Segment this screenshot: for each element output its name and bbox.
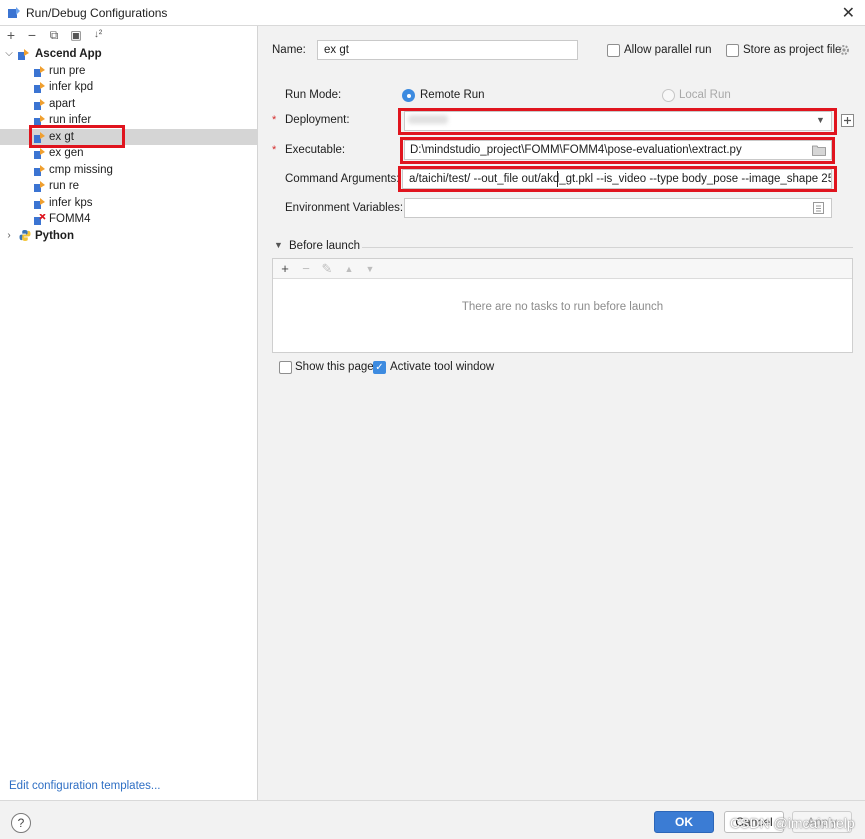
tree-item-label: run infer	[49, 114, 92, 126]
executable-input[interactable]: D:\mindstudio_project\FOMM\FOMM4\pose-ev…	[404, 140, 832, 160]
no-tasks-message: There are no tasks to run before launch	[461, 301, 664, 313]
activate-tool-window-label: Activate tool window	[390, 361, 495, 373]
chevron-down-icon[interactable]: ⌵	[4, 46, 14, 62]
tree-item-label: cmp missing	[49, 163, 113, 176]
ascend-error-icon	[34, 214, 46, 225]
tree-item-label: run pre	[49, 64, 86, 77]
before-launch-title: Before launch	[289, 240, 360, 252]
name-label: Name:	[272, 44, 306, 56]
close-icon[interactable]: ✕	[842, 3, 855, 23]
ascend-run-icon	[34, 115, 45, 126]
dropdown-arrow-icon[interactable]: ▼	[816, 115, 825, 125]
add-icon[interactable]: +	[2, 26, 20, 44]
help-button[interactable]: ?	[11, 813, 31, 833]
allow-parallel-label: Allow parallel run	[624, 44, 712, 56]
add-deployment-icon[interactable]	[841, 114, 854, 127]
folder-browse-icon[interactable]	[812, 145, 826, 156]
command-arguments-input[interactable]: a/taichi/test/ --out_file out/akd_gt.pkl…	[402, 169, 832, 189]
ascend-run-icon	[34, 65, 45, 77]
collapse-arrow-icon[interactable]: ▼	[274, 240, 283, 250]
environment-variables-label: Environment Variables:	[285, 202, 404, 214]
deployment-select[interactable]	[404, 111, 832, 131]
ascend-run-icon	[34, 98, 45, 110]
tree-item-label: ex gen	[49, 147, 84, 159]
tree-item-run-infer[interactable]: run infer	[0, 112, 258, 129]
move-to-folder-icon[interactable]: ▣	[67, 26, 85, 44]
tree-item-infer-kpd[interactable]: infer kpd	[0, 79, 258, 96]
gear-icon[interactable]	[838, 44, 850, 56]
store-as-project-checkbox[interactable]	[726, 44, 739, 57]
tree-item-cmp-missing[interactable]: cmp missing	[0, 162, 258, 179]
ascend-run-icon	[34, 164, 45, 176]
window-title: Run/Debug Configurations	[26, 6, 168, 20]
ascend-run-icon	[34, 131, 45, 143]
ascend-run-icon	[34, 148, 45, 159]
executable-label: Executable:	[285, 144, 346, 156]
redacted-deployment-value	[408, 115, 448, 124]
run-mode-label: Run Mode:	[285, 89, 342, 101]
dialog-button-bar: ? OK Cancel Apply	[0, 800, 865, 839]
ok-button[interactable]: OK	[654, 811, 714, 833]
remove-task-icon[interactable]: −	[297, 260, 315, 278]
edit-configuration-templates-link[interactable]: Edit configuration templates...	[9, 780, 161, 792]
tree-item-label: apart	[49, 97, 76, 110]
add-task-icon[interactable]: +	[276, 260, 294, 278]
apply-button[interactable]: Apply	[792, 811, 852, 833]
tree-group-python[interactable]: › Python	[0, 228, 258, 245]
ascend-app-icon	[18, 49, 29, 60]
text-cursor	[557, 171, 558, 187]
name-input[interactable]: ex gt	[317, 40, 578, 60]
chevron-right-icon[interactable]: ›	[4, 228, 14, 244]
required-marker: *	[272, 114, 277, 126]
tree-item-ex-gt[interactable]: ex gt	[0, 128, 258, 145]
move-down-icon[interactable]: ▼	[361, 260, 379, 278]
ascend-run-icon	[34, 82, 45, 93]
activate-tool-window-checkbox[interactable]: ✓	[373, 361, 386, 374]
ascend-run-icon	[34, 197, 45, 209]
sort-icon[interactable]: ↓²	[89, 26, 107, 44]
tree-item-label: run re	[49, 180, 80, 192]
tree-item-label: FOMM4	[49, 213, 91, 225]
tree-item-fomm4[interactable]: FOMM4	[0, 211, 258, 228]
tree-group-label: Ascend App	[35, 48, 102, 60]
tree-group-label: Python	[35, 229, 74, 242]
python-icon	[19, 229, 31, 241]
remove-icon[interactable]: −	[23, 26, 41, 44]
move-up-icon[interactable]: ▲	[340, 260, 358, 278]
run-debug-icon	[8, 7, 20, 18]
copy-icon[interactable]: ⧉	[45, 26, 63, 44]
edit-task-icon[interactable]: ✎	[318, 260, 336, 278]
title-bar: Run/Debug Configurations ✕	[0, 0, 865, 26]
before-launch-panel: + − ✎ ▲ ▼ There are no tasks to run befo…	[272, 258, 853, 353]
show-this-page-label: Show this page	[295, 361, 374, 373]
tree-item-apart[interactable]: apart	[0, 96, 258, 113]
edit-env-vars-icon[interactable]	[813, 202, 824, 214]
allow-parallel-checkbox[interactable]	[607, 44, 620, 57]
before-launch-toolbar: + − ✎ ▲ ▼	[273, 259, 852, 279]
tree-item-label: infer kpd	[49, 81, 94, 93]
tree-item-run-pre[interactable]: run pre	[0, 63, 258, 80]
environment-variables-input[interactable]	[404, 198, 832, 218]
local-run-label: Local Run	[679, 89, 731, 101]
tree-item-label: ex gt	[49, 130, 74, 143]
tree-item-label: infer kps	[49, 196, 93, 209]
remote-run-radio[interactable]	[402, 89, 415, 102]
local-run-radio[interactable]	[662, 89, 675, 102]
cancel-button[interactable]: Cancel	[724, 811, 784, 833]
deployment-label: Deployment:	[285, 114, 350, 126]
tree-item-run-re[interactable]: run re	[0, 178, 258, 195]
tree-item-infer-kps[interactable]: infer kps	[0, 195, 258, 212]
section-divider	[362, 247, 853, 248]
tree-item-ex-gen[interactable]: ex gen	[0, 145, 258, 162]
configuration-tree-panel: + − ⧉ ▣ ↓² ⌵ Ascend App run pre infer kp…	[0, 26, 258, 800]
show-this-page-checkbox[interactable]	[279, 361, 292, 374]
remote-run-label: Remote Run	[420, 89, 485, 101]
ascend-run-icon	[34, 181, 45, 192]
command-arguments-label: Command Arguments:	[285, 173, 400, 185]
tree-toolbar: + − ⧉ ▣ ↓²	[0, 26, 258, 44]
store-as-project-label: Store as project file	[743, 44, 842, 56]
tree-group-ascend-app[interactable]: ⌵ Ascend App	[0, 46, 258, 63]
required-marker: *	[272, 144, 277, 156]
